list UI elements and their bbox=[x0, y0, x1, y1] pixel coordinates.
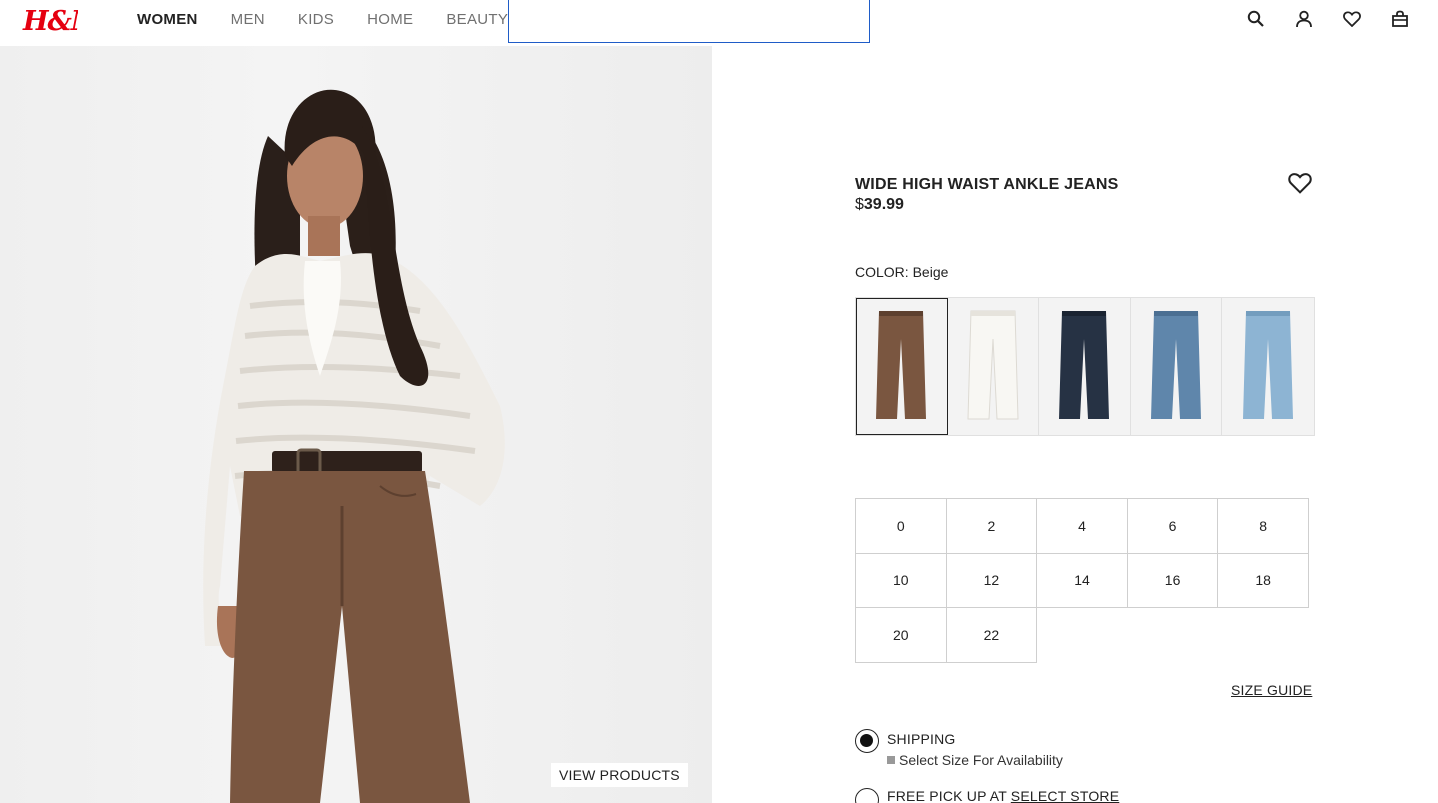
search-icon[interactable] bbox=[1244, 7, 1268, 31]
account-icon[interactable] bbox=[1292, 7, 1316, 31]
main-nav: WOMEN MEN KIDS HOME BEAUTY bbox=[137, 0, 541, 38]
header-actions bbox=[1220, 7, 1412, 31]
nav-item-kids[interactable]: KIDS bbox=[298, 11, 334, 28]
nav-item-beauty[interactable]: BEAUTY bbox=[446, 11, 508, 28]
color-label: COLOR: Beige bbox=[855, 264, 948, 280]
bag-icon[interactable] bbox=[1388, 7, 1412, 31]
price-value: 39.99 bbox=[863, 196, 904, 213]
jeans-thumbnail bbox=[1059, 310, 1110, 419]
nav-item-women[interactable]: WOMEN bbox=[137, 11, 198, 28]
view-products-button[interactable]: VIEW PRODUCTS bbox=[551, 763, 688, 787]
swatch-light-denim[interactable] bbox=[1222, 298, 1314, 435]
model-illustration bbox=[203, 89, 505, 803]
brand-logo[interactable]: H&M bbox=[22, 2, 78, 38]
size-row: 20 22 bbox=[855, 607, 1313, 663]
pickup-radio[interactable] bbox=[855, 788, 879, 803]
size-option[interactable]: 14 bbox=[1036, 552, 1128, 608]
search-input[interactable] bbox=[508, 0, 870, 43]
color-label-prefix: COLOR: bbox=[855, 264, 909, 280]
product-title: WIDE HIGH WAIST ANKLE JEANS bbox=[855, 176, 1119, 193]
favorites-icon[interactable] bbox=[1340, 7, 1364, 31]
product-hero-image bbox=[0, 46, 712, 803]
shipping-radio[interactable] bbox=[855, 729, 879, 753]
size-row: 10 12 14 16 18 bbox=[855, 552, 1313, 608]
size-grid: 0 2 4 6 8 10 12 14 16 18 20 22 bbox=[855, 498, 1313, 663]
swatch-beige[interactable] bbox=[856, 298, 948, 435]
jeans-thumbnail bbox=[1151, 310, 1202, 419]
size-guide-link[interactable]: SIZE GUIDE bbox=[1231, 682, 1312, 698]
logo-text: H&M bbox=[22, 6, 78, 37]
shipping-sub-text: Select Size For Availability bbox=[899, 752, 1063, 768]
pickup-label: FREE PICK UP AT SELECT STORE bbox=[887, 788, 1119, 803]
shipping-label: SHIPPING bbox=[887, 731, 956, 747]
size-option[interactable]: 10 bbox=[855, 552, 947, 608]
price-currency: $ bbox=[855, 196, 864, 213]
swatch-denim-blue[interactable] bbox=[1130, 298, 1223, 435]
size-option[interactable]: 4 bbox=[1036, 498, 1128, 554]
size-option[interactable]: 0 bbox=[855, 498, 947, 554]
swatch-white[interactable] bbox=[947, 298, 1040, 435]
size-option[interactable]: 12 bbox=[945, 552, 1038, 608]
favorite-toggle-button[interactable] bbox=[1288, 172, 1314, 196]
availability-indicator bbox=[887, 756, 895, 764]
nav-item-home[interactable]: HOME bbox=[367, 11, 413, 28]
product-price: $39.99 bbox=[855, 196, 904, 214]
jeans-thumbnail bbox=[1243, 310, 1294, 419]
color-swatches bbox=[855, 297, 1315, 436]
select-store-link[interactable]: SELECT STORE bbox=[1011, 788, 1119, 803]
jeans-thumbnail bbox=[967, 310, 1019, 419]
size-option[interactable]: 8 bbox=[1217, 498, 1309, 554]
nav-item-men[interactable]: MEN bbox=[231, 11, 265, 28]
size-option[interactable]: 2 bbox=[945, 498, 1038, 554]
pickup-label-text: FREE PICK UP AT bbox=[887, 788, 1007, 803]
shipping-availability-note: Select Size For Availability bbox=[887, 752, 1063, 768]
heart-icon bbox=[1288, 173, 1312, 194]
color-label-value: Beige bbox=[912, 264, 949, 280]
size-option[interactable]: 18 bbox=[1217, 552, 1309, 608]
jeans-thumbnail bbox=[876, 310, 927, 419]
size-option[interactable]: 6 bbox=[1126, 498, 1219, 554]
size-option[interactable]: 22 bbox=[945, 607, 1038, 663]
size-row: 0 2 4 6 8 bbox=[855, 498, 1313, 554]
size-option[interactable]: 20 bbox=[855, 607, 947, 663]
site-header: H&M WOMEN MEN KIDS HOME BEAUTY bbox=[0, 0, 1438, 46]
swatch-dark-denim[interactable] bbox=[1039, 298, 1131, 435]
size-option[interactable]: 16 bbox=[1126, 552, 1219, 608]
